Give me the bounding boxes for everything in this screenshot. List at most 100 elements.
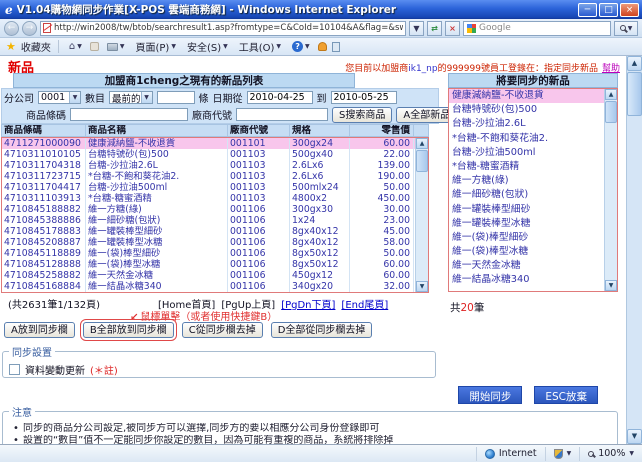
table-scrollbar[interactable]: ▲ ▼ xyxy=(415,138,428,292)
zoom-control[interactable]: 100% ▼ xyxy=(579,447,642,461)
safety-menu[interactable]: 安全(S) ▼ xyxy=(184,38,231,55)
sync-list-item[interactable]: 維一天然金冰糖 xyxy=(449,259,605,273)
table-cell: 32.00 xyxy=(350,281,414,292)
table-cell: 4710311704417 xyxy=(2,182,86,193)
table-row[interactable]: 4710845178883維一罐裝棒型細砂0011068gx40x1245.00 xyxy=(2,226,428,237)
sync-list-item[interactable]: 維一(袋)棒型冰糖 xyxy=(449,245,605,259)
action-button[interactable]: C從同步欄去掉 xyxy=(182,322,263,338)
table-row[interactable]: 4710311010105台糖特號砂(包)500001103500gx4022.… xyxy=(2,149,428,160)
sync-list-item[interactable]: *台糖-不飽和葵花油2. xyxy=(449,132,605,146)
search-input[interactable]: Google xyxy=(463,21,611,36)
sync-list-item[interactable]: 維一細砂糖(包狀) xyxy=(449,188,605,202)
sync-list-scrollbar[interactable]: ▲ ▼ xyxy=(604,89,617,291)
table-cell: 60.00 xyxy=(350,138,414,149)
table-row[interactable]: 4711271000090健康減納鹽-不收退貨001101300gx2460.0… xyxy=(2,138,428,149)
scroll-down-icon[interactable]: ▼ xyxy=(627,429,642,444)
qty-input[interactable] xyxy=(157,91,195,104)
start-sync-button[interactable]: 開始同步 xyxy=(458,386,522,404)
favorites-star-icon[interactable]: ★ xyxy=(6,40,16,53)
print-icon xyxy=(107,43,118,51)
search-products-button[interactable]: S搜索商品 xyxy=(332,107,392,123)
help-menu[interactable]: ? ▼ xyxy=(289,40,313,53)
scroll-thumb[interactable] xyxy=(605,101,617,123)
sync-list-item[interactable]: 維一方糖(綠) xyxy=(449,174,605,188)
close-button[interactable]: × xyxy=(620,3,639,17)
table-row[interactable]: 4710845388886維一細砂糖(包狀)0011061x2423.00 xyxy=(2,215,428,226)
date-from-label: 日期從 xyxy=(213,90,243,105)
qty-select[interactable]: 最前的 ▼ xyxy=(109,91,153,104)
table-row[interactable]: 4710845128888維一(袋)棒型冰糖0011068gx50x1260.0… xyxy=(2,259,428,270)
forward-button[interactable]: → xyxy=(22,21,37,36)
table-row[interactable]: 4710311723715*台糖-不飽和葵花油2.0011032.6Lx6190… xyxy=(2,171,428,182)
tools-menu[interactable]: 工具(O) ▼ xyxy=(236,38,284,55)
branch-select[interactable]: 0001 ▼ xyxy=(38,91,81,104)
home-icon: ⌂ xyxy=(69,41,75,52)
action-button[interactable]: B全部放到同步欄 xyxy=(83,322,174,338)
table-cell: *台糖-糖蜜酒精 xyxy=(86,193,228,204)
feeds-icon[interactable] xyxy=(90,42,99,51)
scroll-up-icon[interactable]: ▲ xyxy=(416,138,428,149)
minimize-button[interactable]: ─ xyxy=(578,3,597,17)
magnifier-icon xyxy=(620,25,626,31)
sync-list-item[interactable]: 維一罐裝棒型細砂 xyxy=(449,203,605,217)
stop-icon[interactable]: × xyxy=(445,21,460,36)
notes-icon[interactable] xyxy=(332,42,340,52)
print-button[interactable]: ▼ xyxy=(104,42,128,52)
refresh-icon[interactable]: ⇄ xyxy=(427,21,442,36)
login-user: ik1_np xyxy=(408,64,437,74)
product-rows: 4711271000090健康減納鹽-不收退貨001101300gx2460.0… xyxy=(1,137,429,293)
table-row[interactable]: 4710311704318台糖-沙拉油2.6L0011032.6Lx6139.0… xyxy=(2,160,428,171)
table-row[interactable]: 4710311704417台糖-沙拉油500ml001103500mlx2450… xyxy=(2,182,428,193)
sync-list-item[interactable]: 維一罐裝棒型冰糖 xyxy=(449,217,605,231)
sync-list-item[interactable]: 健康減納鹽-不收退貨 xyxy=(449,89,605,103)
sync-list-item[interactable]: 維一結晶冰糖340 xyxy=(449,273,605,287)
messenger-icon[interactable] xyxy=(318,42,327,51)
sync-list-item[interactable]: *台糖-糖蜜酒精 xyxy=(449,160,605,174)
qty-label: 數目 xyxy=(85,90,105,105)
table-row[interactable]: 4710845188882維一方糖(綠)001106300gx3030.00 xyxy=(2,204,428,215)
action-button[interactable]: A放到同步欄 xyxy=(4,322,75,338)
scroll-down-icon[interactable]: ▼ xyxy=(605,280,617,291)
table-row[interactable]: 4710311103913*台糖-糖蜜酒精0011034800x2450.00 xyxy=(2,193,428,204)
table-cell: 維一細砂糖(包狀) xyxy=(86,215,228,226)
page-menu[interactable]: 頁面(P) ▼ xyxy=(132,38,178,55)
unit-label: 條 xyxy=(199,90,209,105)
protected-mode-indicator[interactable]: ▼ xyxy=(545,447,580,461)
maximize-button[interactable]: □ xyxy=(599,3,618,17)
favorites-label[interactable]: 收藏夾 xyxy=(21,39,51,54)
sync-list-item[interactable]: 台糖特號砂(包)500 xyxy=(449,103,605,117)
table-row[interactable]: 4710845258882維一天然金冰糖001106450gx1260.00 xyxy=(2,270,428,281)
table-row[interactable]: 4710845208887維一罐裝棒型冰糖0011068gx40x1258.00 xyxy=(2,237,428,248)
table-cell: 台糖-沙拉油500ml xyxy=(86,182,228,193)
pagination-link[interactable]: [PgDn下頁] xyxy=(281,296,335,311)
table-row[interactable]: 4710845168884維一結晶冰糖340001106340gx2032.00 xyxy=(2,281,428,292)
scroll-up-icon[interactable]: ▲ xyxy=(605,89,617,100)
page-scrollbar[interactable]: ▲ ▼ xyxy=(626,56,642,444)
back-button[interactable]: ← xyxy=(4,21,19,36)
action-button[interactable]: D全部從同步欄去掉 xyxy=(271,322,373,338)
date-to-input[interactable] xyxy=(331,91,397,104)
main-actions: 開始同步 ESC放棄 xyxy=(458,386,598,404)
scroll-down-icon[interactable]: ▼ xyxy=(416,281,428,292)
address-input[interactable]: http://win2008/tw/btob/searchresult1.asp… xyxy=(40,21,406,36)
sync-list-item[interactable]: 維一(袋)棒型細砂 xyxy=(449,231,605,245)
home-button[interactable]: ⌂ ▼ xyxy=(66,40,85,53)
search-button[interactable]: ▼ xyxy=(614,21,638,36)
address-dropdown-icon[interactable]: ▼ xyxy=(409,21,424,36)
sync-list-item[interactable]: 台糖-沙拉油500ml xyxy=(449,146,605,160)
ie-logo-icon: e xyxy=(5,3,13,17)
vendor-input[interactable] xyxy=(236,108,328,121)
column-header: 規格 xyxy=(290,125,350,136)
sync-list-item[interactable]: 台糖-沙拉油2.6L xyxy=(449,117,605,131)
pagination-link[interactable]: [End尾頁] xyxy=(341,296,388,311)
date-from-input[interactable] xyxy=(247,91,313,104)
scroll-up-icon[interactable]: ▲ xyxy=(627,56,642,71)
data-update-checkbox[interactable] xyxy=(9,364,20,375)
table-row[interactable]: 4710845118889維一(袋)棒型細砂0011068gx50x1250.0… xyxy=(2,248,428,259)
barcode-input[interactable] xyxy=(70,108,188,121)
zoom-level: 100% xyxy=(598,448,625,459)
scroll-thumb[interactable] xyxy=(627,72,642,116)
table-cell: 001103 xyxy=(228,193,290,204)
scroll-thumb[interactable] xyxy=(416,150,428,172)
esc-cancel-button[interactable]: ESC放棄 xyxy=(534,386,598,404)
